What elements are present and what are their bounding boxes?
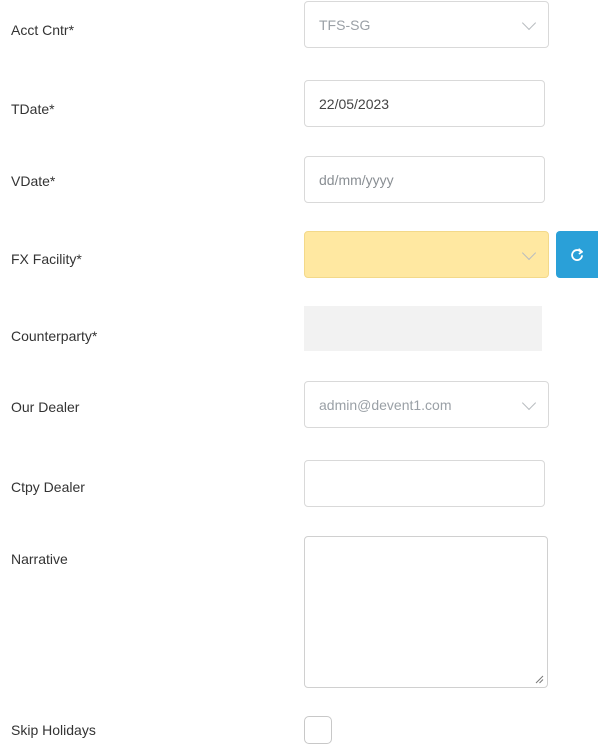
our-dealer-value: admin@devent1.com (319, 396, 452, 413)
skip-holidays-checkbox[interactable] (304, 716, 332, 744)
vdate-placeholder: dd/mm/yyyy (319, 171, 394, 188)
acct-cntr-select[interactable]: TFS-SG (304, 1, 549, 48)
skip-holidays-label: Skip Holidays (11, 722, 96, 738)
fx-facility-label: FX Facility* (11, 251, 82, 267)
narrative-label: Narrative (11, 551, 68, 567)
acct-cntr-value: TFS-SG (319, 16, 371, 33)
chevron-down-icon (521, 245, 537, 260)
acct-cntr-label: Acct Cntr* (11, 22, 75, 38)
our-dealer-label: Our Dealer (11, 399, 80, 415)
ctpy-dealer-label: Ctpy Dealer (11, 479, 85, 495)
tdate-label: TDate* (11, 101, 55, 117)
fx-facility-select[interactable] (304, 231, 549, 278)
resize-grip-icon[interactable] (534, 674, 544, 684)
vdate-label: VDate* (11, 173, 56, 189)
vdate-input[interactable]: dd/mm/yyyy (304, 156, 545, 203)
tdate-value: 22/05/2023 (319, 95, 390, 112)
chevron-down-icon (521, 395, 537, 410)
counterparty-label: Counterparty* (11, 328, 98, 344)
tdate-input[interactable]: 22/05/2023 (304, 80, 545, 127)
counterparty-field (304, 306, 542, 351)
our-dealer-select[interactable]: admin@devent1.com (304, 381, 549, 428)
refresh-icon (571, 247, 583, 261)
refresh-button[interactable] (556, 231, 598, 278)
ctpy-dealer-input[interactable] (304, 460, 545, 507)
narrative-textarea[interactable] (304, 536, 548, 688)
